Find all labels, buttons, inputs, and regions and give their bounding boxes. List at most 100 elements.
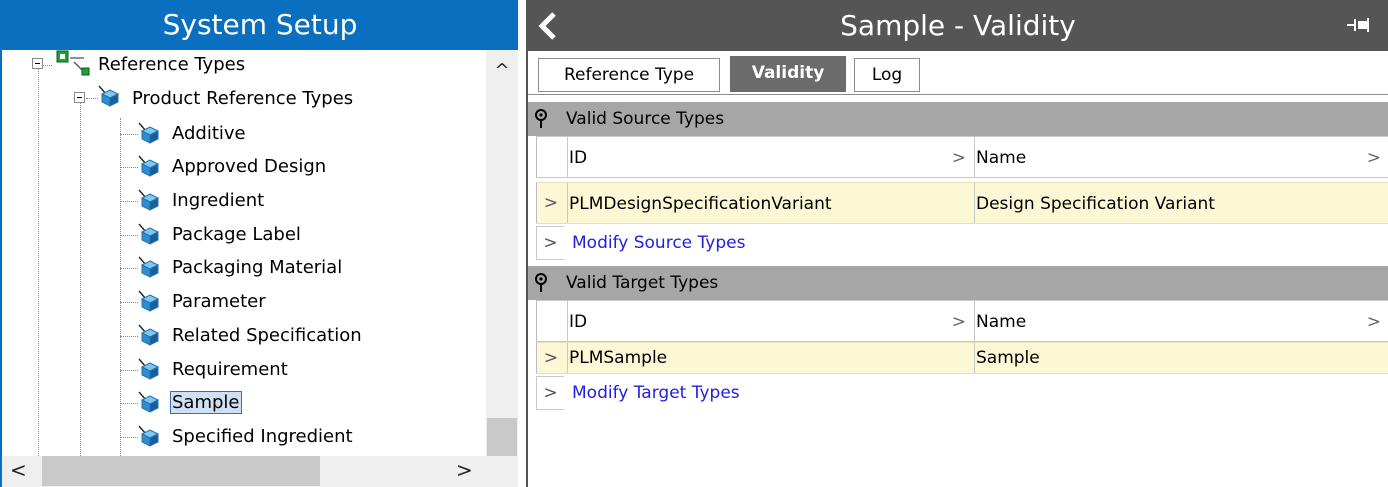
- reference-types-icon: [56, 50, 90, 76]
- tree-guide-line: [120, 370, 138, 371]
- tree-guide-line: [120, 235, 138, 236]
- tree-node-additive[interactable]: Additive: [170, 121, 248, 147]
- tree-view: Reference Types Product Reference Types …: [2, 50, 486, 456]
- cube-icon: [138, 358, 160, 380]
- column-arrow-icon[interactable]: >: [952, 301, 966, 343]
- row-expand-icon[interactable]: >: [537, 183, 565, 223]
- cube-icon: [138, 122, 160, 144]
- table-row[interactable]: > PLMSample Sample: [536, 342, 1388, 374]
- modify-source-types-link[interactable]: Modify Source Types: [572, 226, 745, 260]
- tree-guide-line: [120, 118, 121, 456]
- tree-guide-line: [120, 201, 138, 202]
- cell-name[interactable]: Design Specification Variant: [975, 183, 1388, 223]
- column-arrow-icon[interactable]: >: [952, 137, 966, 179]
- tree-guide-line: [38, 64, 39, 456]
- vertical-scroll-thumb[interactable]: [487, 418, 517, 456]
- tree-node-label: Product Reference Types: [132, 88, 354, 109]
- horizontal-scrollbar[interactable]: < >: [2, 456, 518, 487]
- tree-node-product-reference-types[interactable]: Product Reference Types: [130, 86, 355, 112]
- valid-source-types-header[interactable]: Valid Source Types: [528, 102, 1388, 136]
- tree-node-package-label[interactable]: Package Label: [170, 222, 303, 248]
- tree-node-label: Requirement: [172, 359, 288, 380]
- target-grid-header: ID > Name >: [536, 300, 1388, 342]
- tree-node-sample[interactable]: Sample: [170, 390, 242, 416]
- collapse-toggle[interactable]: [32, 58, 43, 69]
- tree-node-parameter[interactable]: Parameter: [170, 289, 268, 315]
- tree-node-packaging-material[interactable]: Packaging Material: [170, 255, 344, 281]
- panel-title: Sample - Validity: [840, 9, 1076, 42]
- scroll-left-arrow-icon[interactable]: <: [10, 458, 27, 482]
- tree-guide-line: [120, 167, 138, 168]
- tree-node-ingredient[interactable]: Ingredient: [170, 188, 266, 214]
- cube-icon: [138, 189, 160, 211]
- pin-icon[interactable]: [534, 273, 548, 293]
- column-header-id[interactable]: ID >: [567, 301, 975, 341]
- cell-id[interactable]: PLMSample: [567, 343, 975, 373]
- column-header-label: ID: [569, 148, 588, 168]
- row-expand-icon[interactable]: >: [536, 226, 564, 260]
- modify-target-types-link[interactable]: Modify Target Types: [572, 376, 740, 410]
- tree-node-reference-types[interactable]: Reference Types: [96, 52, 247, 78]
- column-header-id[interactable]: ID >: [567, 137, 975, 177]
- cube-icon: [138, 223, 160, 245]
- row-indicator: [537, 301, 565, 341]
- pin-icon[interactable]: [1346, 16, 1374, 34]
- tree-node-label-selected: Sample: [170, 391, 242, 414]
- vertical-scrollbar[interactable]: ^: [486, 50, 518, 456]
- section-title: Valid Source Types: [566, 109, 725, 129]
- horizontal-scroll-thumb[interactable]: [42, 456, 320, 486]
- tree-node-label: Package Label: [172, 224, 301, 245]
- cube-icon: [138, 290, 160, 312]
- tree-guide-line: [80, 98, 81, 456]
- cube-icon: [138, 324, 160, 346]
- modify-target-types-row: > Modify Target Types: [536, 376, 1388, 410]
- system-setup-title: System Setup: [2, 0, 518, 50]
- source-grid-header: ID > Name >: [536, 136, 1388, 178]
- pin-icon[interactable]: [534, 109, 548, 129]
- cube-icon: [138, 155, 160, 177]
- tab-log[interactable]: Log: [854, 58, 920, 92]
- column-header-name[interactable]: Name >: [975, 301, 1388, 341]
- tree-guide-line: [120, 134, 138, 135]
- tree-node-specified-ingredient[interactable]: Specified Ingredient: [170, 424, 355, 450]
- tree-node-label: Ingredient: [172, 190, 265, 211]
- scroll-up-arrow-icon[interactable]: ^: [486, 60, 518, 84]
- cube-icon: [138, 256, 160, 278]
- column-arrow-icon[interactable]: >: [1367, 137, 1381, 179]
- tree-node-label: Approved Design: [172, 156, 327, 177]
- tree-node-label: Specified Ingredient: [172, 426, 353, 447]
- tree-guide-line: [120, 403, 138, 404]
- row-expand-icon[interactable]: >: [536, 376, 564, 410]
- modify-source-types-row: > Modify Source Types: [536, 226, 1388, 260]
- panel-header: Sample - Validity: [528, 0, 1388, 51]
- tree-node-label: Reference Types: [98, 54, 246, 75]
- collapse-toggle[interactable]: [74, 92, 85, 103]
- tree-node-label: Packaging Material: [172, 257, 343, 278]
- column-header-label: Name: [976, 148, 1027, 168]
- cell-id[interactable]: PLMDesignSpecificationVariant: [567, 183, 975, 223]
- column-header-label: ID: [569, 312, 588, 332]
- tree-guide-line: [120, 302, 138, 303]
- tree-node-label: Additive: [172, 123, 246, 144]
- tree-node-related-specification[interactable]: Related Specification: [170, 323, 364, 349]
- system-setup-panel: System Setup Reference Types Product Ref…: [0, 0, 518, 487]
- cube-icon: [138, 391, 160, 413]
- column-arrow-icon[interactable]: >: [1367, 301, 1381, 343]
- table-row[interactable]: > PLMDesignSpecificationVariant Design S…: [536, 182, 1388, 224]
- tab-reference-type[interactable]: Reference Type: [538, 58, 720, 92]
- tab-validity[interactable]: Validity: [730, 56, 846, 92]
- tree-guide-line: [86, 98, 98, 99]
- column-header-name[interactable]: Name >: [975, 137, 1388, 177]
- tree-guide-line: [120, 336, 138, 337]
- valid-target-types-header[interactable]: Valid Target Types: [528, 266, 1388, 300]
- tree-node-approved-design[interactable]: Approved Design: [170, 154, 328, 180]
- section-title: Valid Target Types: [566, 273, 719, 293]
- column-header-label: Name: [976, 312, 1027, 332]
- cell-name[interactable]: Sample: [975, 343, 1388, 373]
- folder-cube-icon: [98, 85, 120, 107]
- row-expand-icon[interactable]: >: [537, 343, 565, 373]
- tree-guide-line: [120, 437, 138, 438]
- scroll-right-arrow-icon[interactable]: >: [456, 458, 473, 482]
- tree-node-requirement[interactable]: Requirement: [170, 357, 290, 383]
- validity-panel: Sample - Validity Reference Type Validit…: [526, 0, 1388, 487]
